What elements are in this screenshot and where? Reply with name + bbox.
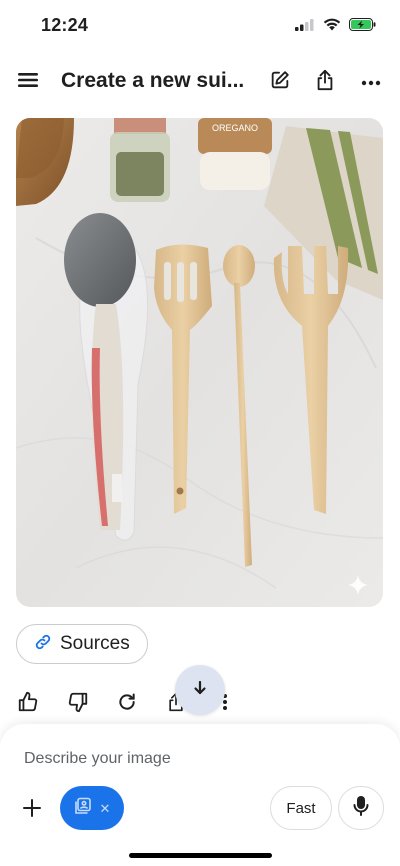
menu-icon: [17, 71, 39, 94]
home-indicator: [129, 853, 272, 858]
regenerate-icon: [117, 692, 137, 717]
good-response-button[interactable]: [14, 690, 42, 718]
prompt-composer: ✕ Fast: [0, 724, 400, 866]
more-icon: [361, 73, 381, 91]
signal-icon: [295, 18, 315, 36]
wifi-icon: [323, 18, 341, 36]
share-button[interactable]: [311, 68, 339, 96]
arrow-down-icon: [193, 680, 207, 700]
image-gen-icon: [74, 797, 92, 820]
svg-text:OREGANO: OREGANO: [212, 123, 258, 133]
status-icons: [295, 18, 376, 36]
model-selector-button[interactable]: Fast: [270, 786, 332, 830]
prompt-input[interactable]: [24, 748, 364, 770]
link-icon: [34, 633, 52, 656]
status-bar: 12:24: [0, 0, 400, 52]
voice-input-button[interactable]: [338, 786, 384, 830]
chat-screen: 12:24 Create a new sui... OREGANO Source…: [0, 0, 400, 866]
regenerate-button[interactable]: [113, 690, 141, 718]
sources-label: Sources: [60, 633, 130, 654]
battery-charging-icon: [349, 18, 376, 36]
thumbs-down-icon: [67, 691, 89, 718]
thumbs-up-icon: [17, 691, 39, 718]
mic-icon: [353, 795, 369, 822]
share-icon: [315, 69, 335, 96]
more-button[interactable]: [357, 68, 385, 96]
status-time: 12:24: [41, 15, 89, 35]
bad-response-button[interactable]: [64, 690, 92, 718]
app-bar: Create a new sui...: [0, 60, 400, 104]
remove-tool-icon[interactable]: ✕: [100, 802, 111, 815]
sources-button[interactable]: Sources: [16, 624, 148, 664]
edit-icon: [269, 69, 291, 96]
menu-button[interactable]: [14, 68, 42, 96]
image-tool-chip[interactable]: ✕: [60, 786, 124, 830]
edit-button[interactable]: [266, 68, 294, 96]
generated-image[interactable]: OREGANO: [16, 118, 383, 607]
plus-icon: [22, 798, 42, 823]
chat-title[interactable]: Create a new sui...: [61, 68, 257, 94]
scroll-to-bottom-button[interactable]: [175, 665, 225, 715]
add-attachment-button[interactable]: [18, 796, 46, 824]
